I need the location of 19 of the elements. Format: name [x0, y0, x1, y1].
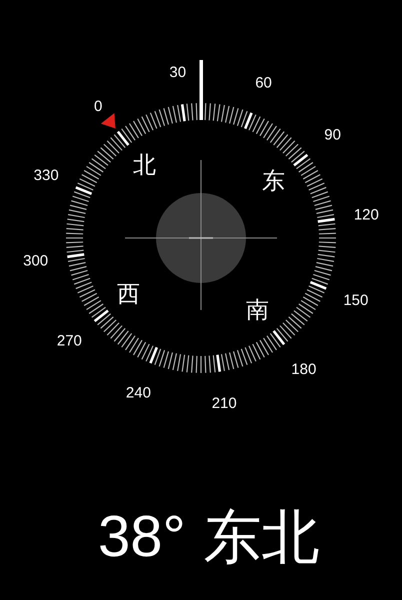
- cardinal-label: 北: [132, 152, 156, 178]
- degree-label: 60: [255, 74, 272, 92]
- degree-label: 120: [354, 206, 379, 224]
- degree-label: 30: [169, 64, 186, 82]
- direction-label: 东北: [204, 508, 320, 566]
- degree-label: 180: [291, 361, 316, 378]
- north-marker-icon: [100, 113, 116, 128]
- degree-label: 0: [94, 98, 102, 115]
- degree-label: 300: [23, 252, 48, 270]
- cardinal-label: 南: [246, 298, 270, 324]
- degree-label: 330: [34, 166, 59, 184]
- degree-label: 150: [343, 292, 368, 310]
- degree-label: 240: [126, 384, 151, 402]
- degree-label: 210: [212, 394, 237, 412]
- degree-label: 270: [56, 332, 82, 350]
- heading-reading: 38°: [98, 508, 186, 566]
- degree-label: 90: [324, 126, 341, 144]
- cardinal-label: 西: [117, 282, 140, 308]
- cardinal-label: 东: [262, 168, 285, 194]
